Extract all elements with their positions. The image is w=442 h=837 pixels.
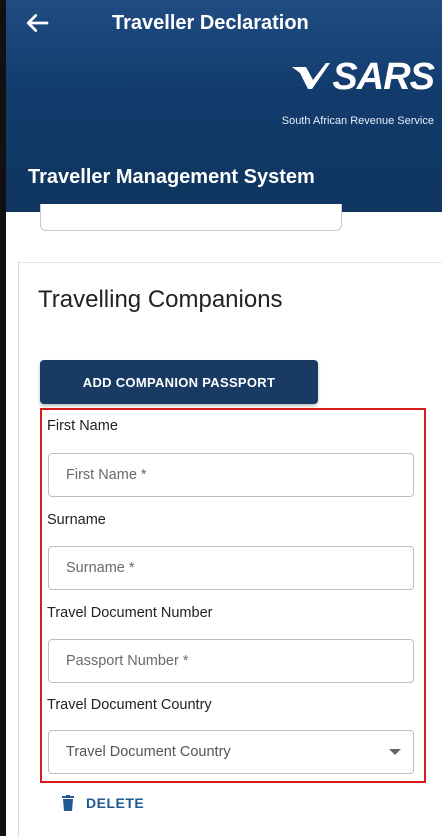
logo-text: SARS <box>332 55 435 98</box>
travel-document-number-label: Travel Document Number <box>47 605 213 621</box>
surname-label: Surname <box>47 512 106 528</box>
sars-logo: SARS South African Revenue Service <box>281 55 435 128</box>
trash-icon <box>62 795 74 811</box>
first-name-input[interactable] <box>48 453 414 497</box>
chevron-down-icon <box>389 749 401 755</box>
passport-number-input[interactable] <box>48 639 414 683</box>
travel-document-country-label: Travel Document Country <box>47 697 212 713</box>
page-title: Traveller Declaration <box>112 12 309 34</box>
surname-input[interactable] <box>48 546 414 590</box>
delete-button[interactable]: DELETE <box>62 795 144 811</box>
arrow-left-icon[interactable] <box>22 8 52 38</box>
system-title: Traveller Management System <box>28 166 315 188</box>
add-companion-passport-button[interactable]: ADD COMPANION PASSPORT <box>40 360 318 404</box>
sars-logo-icon <box>292 63 331 89</box>
travel-document-country-select[interactable]: Travel Document Country <box>48 730 414 774</box>
app-header: Traveller Declaration SARS South African… <box>6 0 442 212</box>
previous-card-edge <box>40 204 342 231</box>
select-value: Travel Document Country <box>66 744 231 760</box>
first-name-label: First Name <box>47 418 118 434</box>
delete-label: DELETE <box>86 795 145 811</box>
top-bar: Traveller Declaration <box>6 0 442 56</box>
logo-mark: SARS <box>282 55 435 99</box>
section-title: Travelling Companions <box>38 286 283 313</box>
logo-subtitle: South African Revenue Service <box>281 115 434 127</box>
